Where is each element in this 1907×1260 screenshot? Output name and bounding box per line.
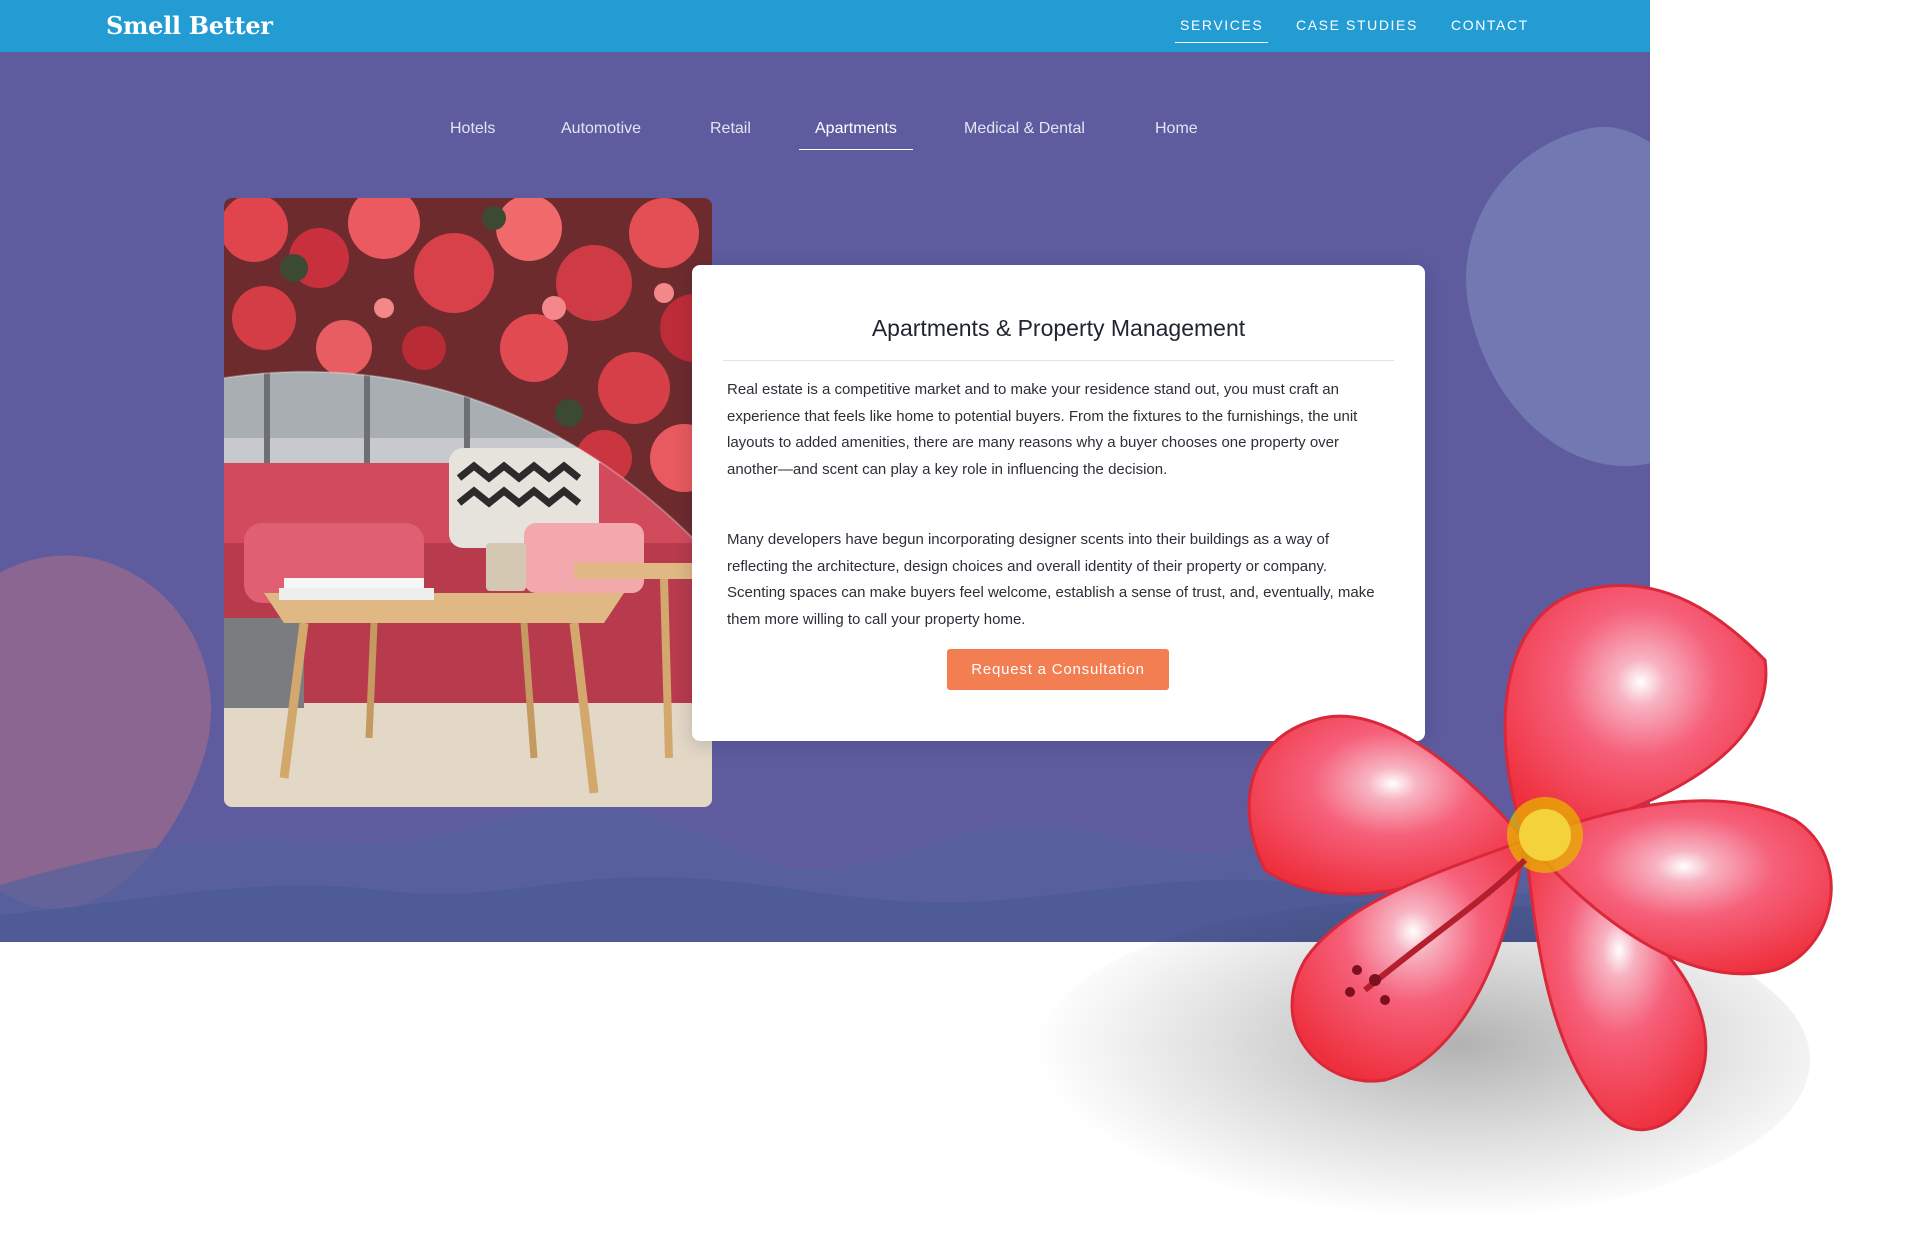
main-nav: SERVICES CASE STUDIES CONTACT — [0, 0, 1650, 52]
site-header: Smell Better SERVICES CASE STUDIES CONTA… — [0, 0, 1650, 52]
apartment-collage-image — [224, 198, 712, 807]
tab-hotels[interactable]: Hotels — [450, 120, 495, 149]
nav-services[interactable]: SERVICES — [1175, 17, 1269, 43]
tab-automotive[interactable]: Automotive — [561, 120, 641, 149]
card-title: Apartments & Property Management — [871, 315, 1246, 341]
nav-case-studies[interactable]: CASE STUDIES — [1296, 17, 1418, 42]
tab-retail[interactable]: Retail — [710, 120, 751, 149]
tab-medical-dental[interactable]: Medical & Dental — [964, 120, 1085, 149]
card-paragraph-1: Real estate is a competitive market and … — [727, 381, 1358, 478]
nav-contact[interactable]: CONTACT — [1451, 17, 1529, 42]
hibiscus-flower-image — [1247, 584, 1833, 1132]
decorative-blob-right — [1437, 106, 1650, 494]
tab-apartments[interactable]: Apartments — [799, 120, 913, 150]
title-divider — [723, 360, 1394, 361]
tab-home[interactable]: Home — [1155, 120, 1198, 149]
request-consultation-button[interactable]: Request a Consultation — [947, 649, 1169, 690]
